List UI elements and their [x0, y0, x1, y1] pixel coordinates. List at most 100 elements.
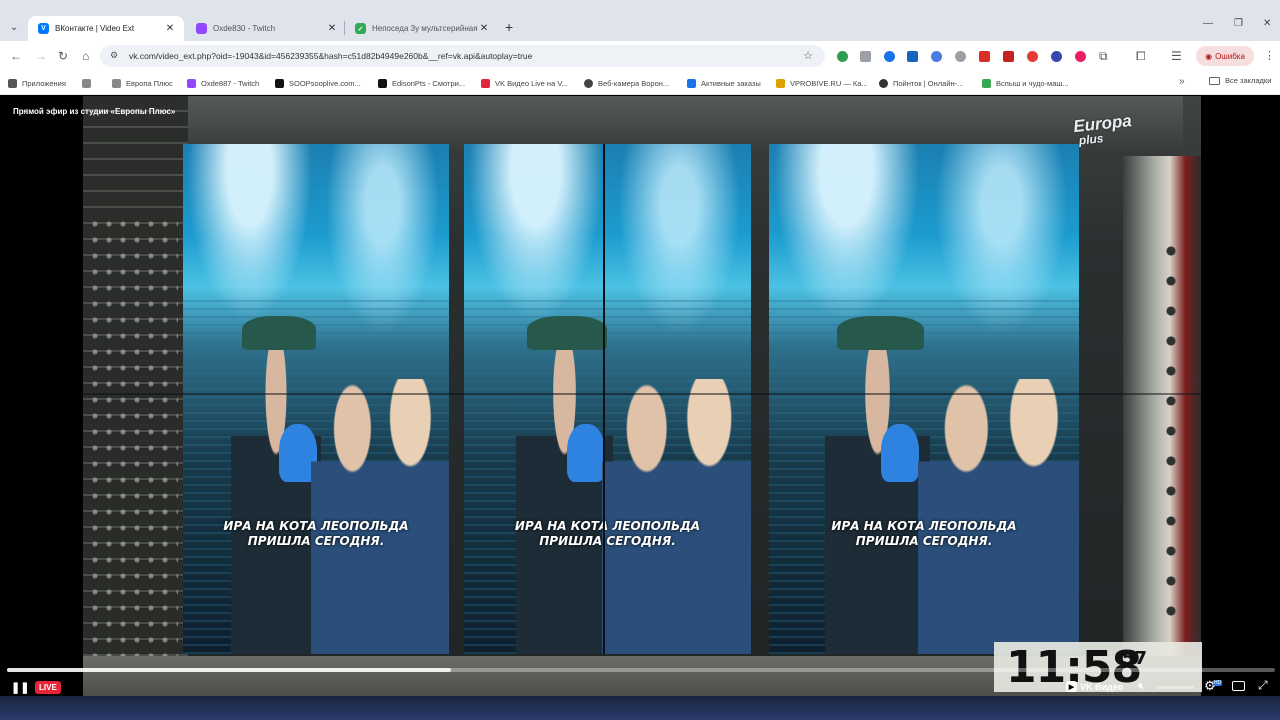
subtitle-line: ПРИШЛА СЕГОДНЯ.	[539, 534, 676, 548]
fans-figure	[310, 379, 449, 654]
tab-search-icon[interactable]: ⧠	[1136, 49, 1146, 64]
all-bookmarks-label: Все закладки	[1225, 76, 1272, 85]
translate-extension-icon[interactable]	[931, 51, 942, 62]
vk-video-label: VK Видео	[1080, 681, 1124, 692]
video-wall-seam	[603, 144, 605, 654]
extension-icon[interactable]	[1051, 51, 1062, 62]
bookmark-pointok[interactable]: Пойнток | Онлайн-...	[879, 76, 963, 90]
forward-icon[interactable]: →	[35, 49, 47, 63]
bookmark-vspysh[interactable]: Вспыш и чудо-маш...	[982, 76, 1069, 90]
bookmarks-overflow-button[interactable]: »	[1179, 76, 1185, 87]
fullscreen-icon[interactable]: ⤢	[1258, 678, 1268, 693]
live-badge[interactable]: LIVE	[35, 681, 61, 694]
stream-caption: Прямой эфир из студии «Европы Плюс»	[13, 107, 176, 116]
bookmark-twitch[interactable]: Oxde887 - Twitch	[187, 76, 259, 90]
check-icon	[982, 78, 991, 88]
video-wall-seam	[83, 393, 1201, 395]
mute-icon[interactable]: 🔇︎	[1138, 680, 1145, 693]
tab-close-icon[interactable]: ✕	[326, 23, 338, 34]
reload-icon[interactable]: ↻	[58, 49, 68, 63]
webcam-icon	[584, 78, 593, 88]
address-bar[interactable]: ⚙ vk.com/video_ext.php?oid=-19043&id=456…	[100, 45, 825, 67]
reporter-figure	[230, 319, 322, 654]
window-close-icon[interactable]: ✕	[1263, 18, 1271, 29]
fans-figure	[601, 379, 751, 654]
video-wall-panel-middle: ИРА НА КОТА ЛЕОПОЛЬДА ПРИШЛА СЕГОДНЯ.	[464, 144, 751, 654]
tab-vk-video[interactable]: V ВКонтакте | Video Ext ✕	[28, 16, 184, 41]
tab-strip: ⌄ V ВКонтакте | Video Ext ✕ Oxde830 - Tw…	[0, 0, 1280, 41]
tab-search-button[interactable]: ⌄	[4, 17, 24, 37]
browser-menu-icon[interactable]: ⋮	[1264, 49, 1275, 62]
browser-toolbar: ← → ↻ ⌂ ⚙ vk.com/video_ext.php?oid=-1904…	[0, 41, 1280, 71]
bookmark-webcam[interactable]: Веб-камера Ворон...	[584, 76, 669, 90]
tab-title: Oxde830 - Twitch	[213, 24, 276, 33]
bookmark-label: Европа Плюс	[126, 78, 173, 88]
extension-icon[interactable]	[1027, 51, 1038, 62]
vk-play-icon: ▶	[1066, 681, 1077, 692]
video-player[interactable]: ИРА НА КОТА ЛЕОПОЛЬДА ПРИШЛА СЕГОДНЯ. ИР…	[0, 96, 1280, 720]
bookmarks-bar: Приложения Европа Плюс Oxde887 - Twitch …	[0, 71, 1280, 95]
extension-icon[interactable]	[860, 51, 871, 62]
extensions-puzzle-icon[interactable]: ⧉	[1099, 49, 1108, 64]
tab-close-icon[interactable]: ✕	[478, 23, 490, 34]
profile-error-button[interactable]: ◉ Ошибка	[1196, 46, 1254, 66]
subtitle-line: ИРА НА КОТА ЛЕОПОЛЬДА	[514, 519, 701, 533]
reporter-cap	[527, 316, 608, 350]
progress-bar[interactable]	[7, 668, 1275, 672]
soop-icon	[275, 78, 284, 88]
tab-twitch[interactable]: Oxde830 - Twitch ✕	[186, 16, 346, 41]
screen-subtitle: ИРА НА КОТА ЛЕОПОЛЬДА ПРИШЛА СЕГОДНЯ.	[183, 519, 449, 549]
maximize-icon[interactable]: ❐	[1234, 18, 1243, 29]
reporter-figure	[515, 319, 614, 654]
vkvideo-icon	[481, 78, 490, 88]
extension-icon[interactable]	[837, 51, 848, 62]
studio-scene: ИРА НА КОТА ЛЕОПОЛЬДА ПРИШЛА СЕГОДНЯ. ИР…	[83, 96, 1201, 696]
pdf-extension-icon[interactable]	[1003, 51, 1014, 62]
orders-icon	[687, 78, 696, 88]
all-bookmarks-button[interactable]: Все закладки	[1209, 76, 1271, 85]
bookmark-soop[interactable]: SOOPsooplive.com...	[275, 76, 361, 90]
tab-neposeda[interactable]: ✓ Непоседа 3у мультсерийная все... ✕	[345, 16, 498, 41]
media-controls-icon[interactable]: ☰	[1171, 49, 1182, 63]
bookmark-label: Oxde887 - Twitch	[201, 78, 260, 88]
home-icon[interactable]: ⌂	[82, 49, 89, 63]
player-bottom-strip	[0, 696, 1280, 720]
volume-slider[interactable]	[1156, 686, 1194, 689]
reporter-figure	[824, 319, 931, 654]
bookmark-orders[interactable]: Активные заказы	[687, 76, 761, 90]
new-tab-button[interactable]: +	[505, 19, 513, 35]
subtitle-line: ПРИШЛА СЕГОДНЯ.	[247, 534, 385, 548]
key-icon	[776, 78, 785, 88]
twitch-icon	[187, 78, 196, 88]
microphone-icon	[880, 424, 919, 482]
video-wall-panel-left: ИРА НА КОТА ЛЕОПОЛЬДА ПРИШЛА СЕГОДНЯ.	[183, 144, 449, 654]
pause-icon[interactable]: ❚❚	[11, 681, 29, 694]
minimize-icon[interactable]: —	[1203, 18, 1213, 29]
check-favicon-icon: ✓	[355, 23, 366, 34]
tab-close-icon[interactable]: ✕	[164, 23, 176, 34]
picture-in-picture-icon[interactable]	[1232, 681, 1245, 691]
bookmark-label: Вспыш и чудо-маш...	[996, 78, 1069, 88]
back-icon[interactable]: ←	[10, 49, 22, 63]
bookmark-europa[interactable]	[82, 76, 96, 90]
extension-icon[interactable]	[955, 51, 966, 62]
bookmark-vk-video-live[interactable]: VK Видео Live на V...	[481, 76, 568, 90]
extension-icon[interactable]	[979, 51, 990, 62]
microphone-icon	[567, 424, 606, 482]
extension-icon[interactable]	[1075, 51, 1086, 62]
bookmark-europa-plus[interactable]: Европа Плюс	[112, 76, 173, 90]
bookmark-edison[interactable]: EdisonPts - Смотри...	[378, 76, 465, 90]
vk-video-brand[interactable]: ▶ VK Видео	[1066, 681, 1123, 692]
bookmark-apps[interactable]: Приложения	[8, 76, 66, 90]
bookmark-star-icon[interactable]: ☆	[803, 49, 813, 62]
vk-icon	[378, 78, 387, 88]
extension-icon[interactable]	[884, 51, 895, 62]
extension-icon[interactable]	[907, 51, 918, 62]
bookmark-vprobive[interactable]: VPROBIVE.RU — Ка...	[776, 76, 868, 90]
error-label: Ошибка	[1215, 51, 1245, 61]
screen-subtitle: ИРА НА КОТА ЛЕОПОЛЬДА ПРИШЛА СЕГОДНЯ.	[464, 519, 751, 549]
progress-fill	[7, 668, 451, 672]
bookmark-label: Веб-камера Ворон...	[598, 78, 670, 88]
reporter-cap	[837, 316, 924, 350]
site-info-icon[interactable]: ⚙	[110, 50, 118, 61]
